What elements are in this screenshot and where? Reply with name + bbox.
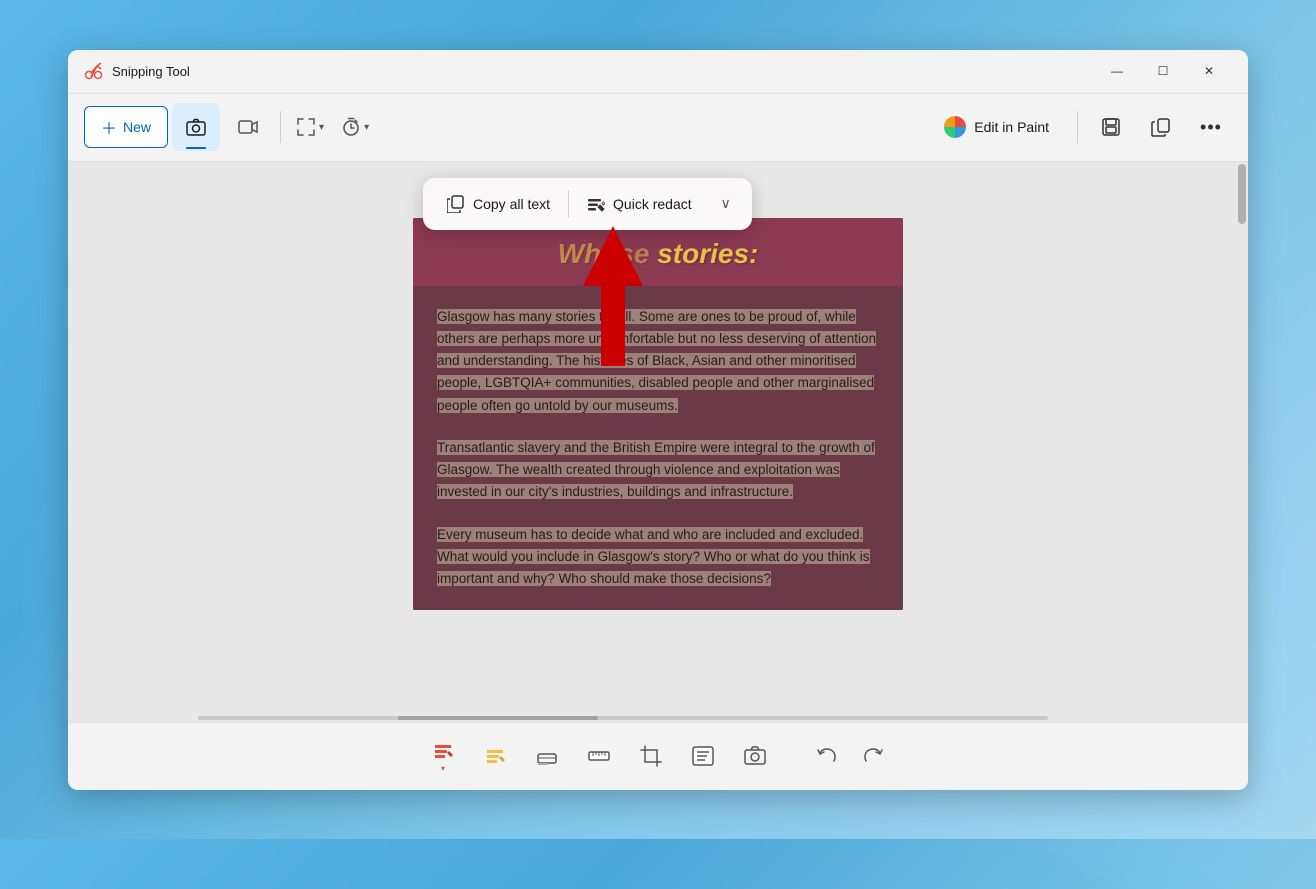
scrollbar-thumb-v — [1238, 164, 1246, 224]
copy-all-text-label: Copy all text — [473, 196, 550, 212]
redact-tool-icon — [431, 739, 455, 763]
region-selector-button[interactable]: ▾ — [289, 103, 330, 151]
timer-icon — [340, 116, 362, 138]
redo-icon — [862, 745, 884, 767]
content-area: Copy all text Quick redact ∨ — [68, 162, 1248, 722]
video-tool-button[interactable] — [224, 103, 272, 151]
toolbar-left: ＋ New — [84, 103, 924, 151]
maximize-button[interactable]: ☐ — [1140, 55, 1186, 87]
screenshot-image: Whose stories: Glasgow has many stories … — [413, 218, 903, 611]
quick-redact-button[interactable]: Quick redact — [571, 184, 708, 224]
screenshot-para-1: Glasgow has many stories to tell. Some a… — [437, 306, 879, 417]
region-icon — [295, 116, 317, 138]
quick-redact-icon — [587, 195, 605, 213]
undo-redo-group — [805, 734, 895, 778]
redact-tool-button[interactable]: ▾ — [421, 734, 465, 778]
redact-dropdown-arrow: ▾ — [441, 764, 445, 773]
scrollbar-track-h — [198, 716, 1048, 720]
new-plus-icon: ＋ — [101, 115, 117, 139]
popup-more-button[interactable]: ∨ — [708, 184, 744, 224]
quick-redact-label: Quick redact — [613, 196, 692, 212]
toolbar-right: Edit in Paint ••• — [928, 106, 1232, 148]
screenshot-para-3: Every museum has to decide what and who … — [437, 524, 879, 591]
edit-in-paint-label: Edit in Paint — [974, 119, 1049, 135]
title-bar-controls: — ☐ ✕ — [1094, 55, 1232, 87]
more-options-button[interactable]: ••• — [1190, 106, 1232, 148]
redo-button[interactable] — [851, 734, 895, 778]
new-button[interactable]: ＋ New — [84, 106, 168, 148]
ruler-tool-button[interactable] — [577, 734, 621, 778]
crop-icon — [639, 744, 663, 768]
save-button[interactable] — [1090, 106, 1132, 148]
edit-in-paint-button[interactable]: Edit in Paint — [928, 106, 1065, 148]
title-bar-left: Snipping Tool — [84, 61, 1094, 81]
popup-toolbar: Copy all text Quick redact ∨ — [423, 178, 752, 230]
main-toolbar: ＋ New — [68, 94, 1248, 162]
video-icon — [237, 116, 259, 138]
screenshot-container: Copy all text Quick redact ∨ — [413, 178, 903, 611]
screenshot-body: Glasgow has many stories to tell. Some a… — [413, 286, 903, 611]
scrollbar-thumb-h — [398, 716, 598, 720]
copy-icon — [1151, 117, 1171, 137]
title-bar: Snipping Tool — ☐ ✕ — [68, 50, 1248, 94]
snipping-tool-window: Snipping Tool — ☐ ✕ ＋ New — [68, 50, 1248, 790]
undo-button[interactable] — [805, 734, 849, 778]
popup-separator — [568, 190, 569, 218]
undo-icon — [816, 745, 838, 767]
highlight-tool-button[interactable] — [473, 734, 517, 778]
copy-all-text-icon — [447, 195, 465, 213]
separator-2 — [1077, 111, 1078, 143]
paint-icon — [944, 116, 966, 138]
ruler-icon — [587, 744, 611, 768]
text-extract-button[interactable] — [681, 734, 725, 778]
close-button[interactable]: ✕ — [1186, 55, 1232, 87]
bottom-toolbar: ▾ — [68, 722, 1248, 790]
timer-chevron: ▾ — [364, 122, 369, 133]
minimize-button[interactable]: — — [1094, 55, 1140, 87]
new-label: New — [123, 119, 151, 135]
screenshot-tool-button[interactable] — [172, 103, 220, 151]
copy-all-text-button[interactable]: Copy all text — [431, 184, 566, 224]
eraser-icon — [535, 744, 559, 768]
app-title: Snipping Tool — [112, 64, 190, 79]
app-icon — [84, 61, 104, 81]
screenshot-para-2: Transatlantic slavery and the British Em… — [437, 437, 879, 504]
region-chevron: ▾ — [319, 122, 324, 133]
camera-bottom-button[interactable] — [733, 734, 777, 778]
save-icon — [1101, 117, 1121, 137]
camera-icon — [185, 116, 207, 138]
more-options-icon: ••• — [1200, 117, 1222, 138]
crop-tool-button[interactable] — [629, 734, 673, 778]
highlight-tool-icon — [483, 744, 507, 768]
timer-button[interactable]: ▾ — [334, 103, 375, 151]
separator-1 — [280, 111, 281, 143]
vertical-scrollbar[interactable] — [1236, 162, 1248, 722]
camera-bottom-icon — [743, 744, 767, 768]
copy-button[interactable] — [1140, 106, 1182, 148]
popup-chevron-icon: ∨ — [721, 195, 731, 212]
text-extract-icon — [691, 744, 715, 768]
eraser-tool-button[interactable] — [525, 734, 569, 778]
screenshot-header-text: Whose stories: — [437, 238, 879, 270]
horizontal-scrollbar[interactable] — [68, 714, 1248, 722]
